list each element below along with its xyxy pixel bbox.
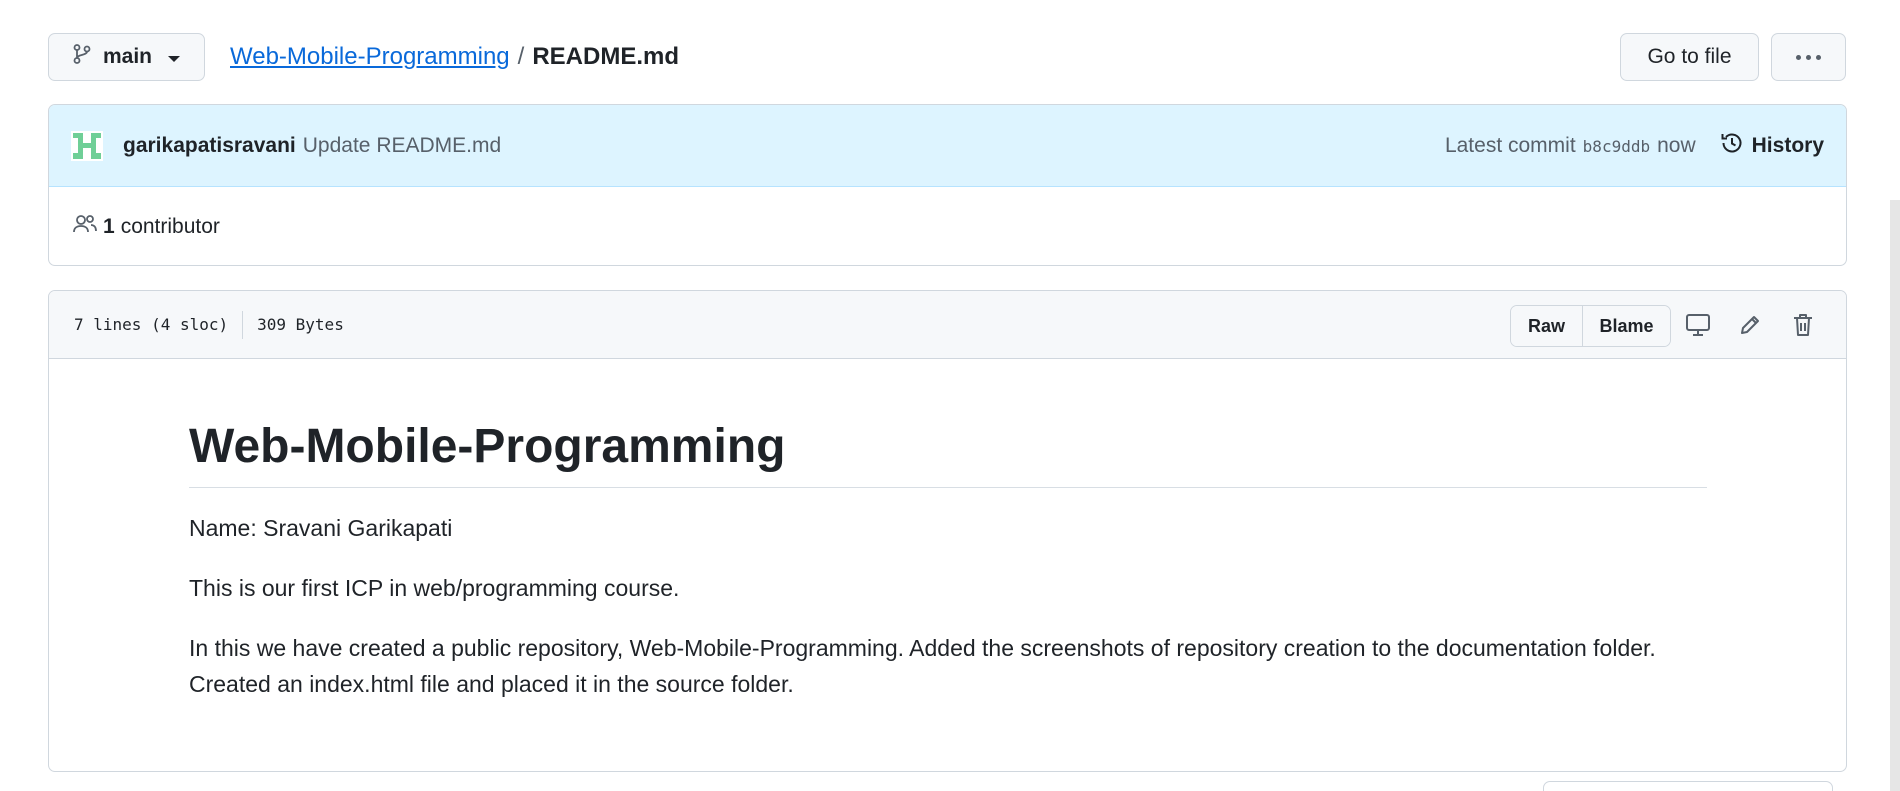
latest-commit-label: Latest commit — [1444, 134, 1576, 157]
pencil-icon[interactable] — [1736, 311, 1764, 339]
scrollbar[interactable] — [1890, 200, 1900, 791]
breadcrumb: Web-Mobile-Programming / README.md — [230, 37, 679, 77]
divider — [242, 310, 244, 339]
commit-author[interactable]: garikapatisravani — [123, 134, 296, 158]
git-branch-icon — [73, 44, 91, 70]
file-header: 7 lines (4 sloc) 309 Bytes Raw Blame — [49, 291, 1846, 359]
readme-paragraph: In this we have created a public reposit… — [189, 634, 1656, 697]
history-label: History — [1751, 134, 1824, 157]
bottom-panel-edge — [1543, 781, 1833, 791]
more-options-button[interactable] — [1771, 33, 1846, 81]
file-lines: 7 lines (4 sloc) — [74, 315, 229, 334]
file-view-page: main Web-Mobile-Programming / README.md … — [0, 0, 1900, 791]
file-navigation: main Web-Mobile-Programming / README.md … — [48, 33, 1846, 81]
repo-link[interactable]: Web-Mobile-Programming — [230, 43, 510, 71]
avatar[interactable] — [71, 130, 103, 161]
kebab-horizontal-icon — [1796, 54, 1821, 60]
contributor-count: 1 — [103, 214, 115, 238]
commit-time: now — [1657, 134, 1696, 157]
history-button[interactable]: History — [1720, 131, 1824, 161]
contributor-label: contributor — [120, 214, 220, 238]
branch-select-button[interactable]: main — [48, 33, 205, 81]
history-icon — [1720, 131, 1744, 161]
raw-button[interactable]: Raw — [1511, 306, 1583, 346]
file-size: 309 Bytes — [257, 315, 344, 334]
blame-button[interactable]: Blame — [1583, 306, 1670, 346]
latest-commit-box: garikapatisravani Update README.md Lates… — [48, 104, 1847, 266]
readme-paragraph: This is our first ICP in web/programming… — [189, 574, 680, 601]
branch-name: main — [103, 45, 153, 68]
breadcrumb-separator: / — [517, 43, 525, 70]
chevron-down-icon — [168, 55, 181, 62]
file-content-box: 7 lines (4 sloc) 309 Bytes Raw Blame Web… — [48, 290, 1847, 772]
file-name: README.md — [532, 43, 679, 70]
readme-heading: Web-Mobile-Programming — [189, 420, 1707, 488]
desktop-icon[interactable] — [1684, 311, 1712, 339]
commit-bar: garikapatisravani Update README.md Lates… — [49, 105, 1846, 187]
commit-message[interactable]: Update README.md — [303, 134, 501, 158]
readme-content: Web-Mobile-Programming Name: Sravani Gar… — [189, 359, 1707, 702]
trash-icon[interactable] — [1789, 311, 1817, 339]
go-to-file-button[interactable]: Go to file — [1620, 33, 1759, 81]
commit-meta: Latest commit b8c9ddb now History — [1445, 105, 1824, 187]
commit-sha[interactable]: b8c9ddb — [1583, 137, 1650, 156]
readme-paragraph: Name: Sravani Garikapati — [189, 514, 453, 541]
contributors-row[interactable]: 1 contributor — [49, 187, 1846, 265]
people-icon — [73, 214, 97, 240]
raw-blame-group: Raw Blame — [1510, 305, 1671, 347]
